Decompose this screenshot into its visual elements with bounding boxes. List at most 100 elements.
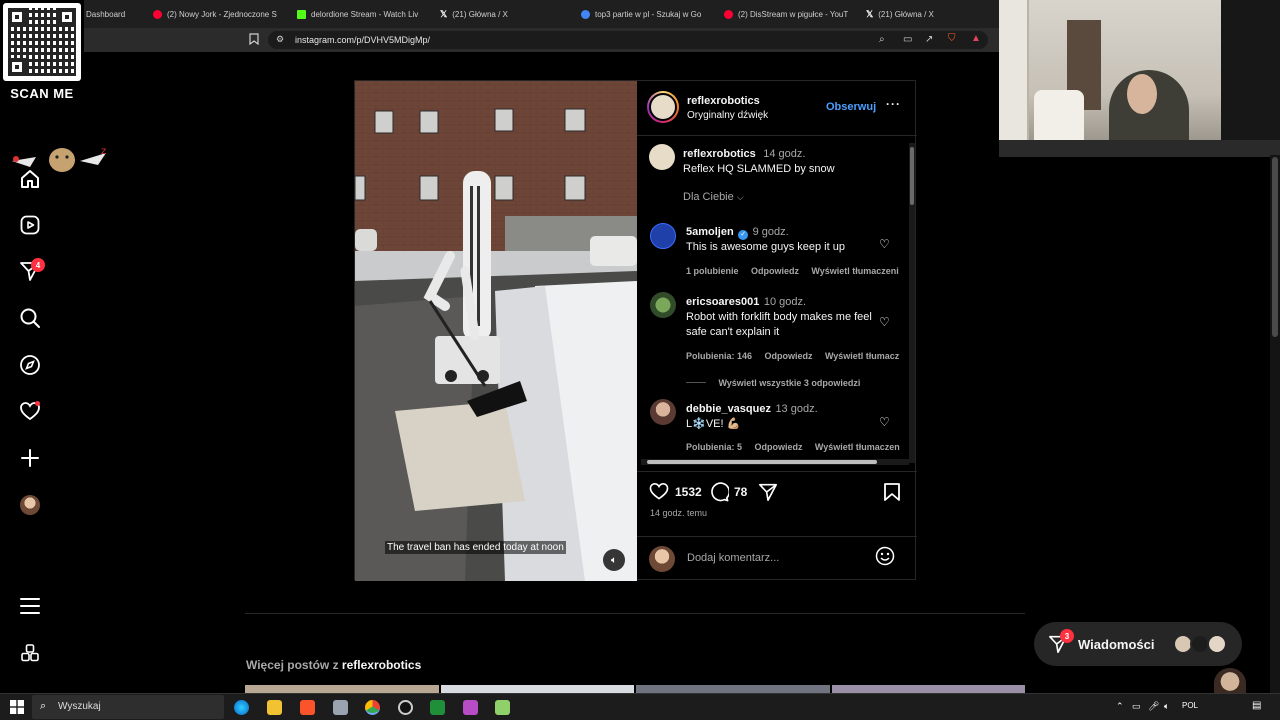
comment-username[interactable]: ericsoares001 (686, 296, 759, 308)
app-icon[interactable] (463, 700, 478, 715)
search-icon: ⌕ (40, 700, 47, 712)
volume-icon[interactable]: 🔈︎ (1164, 701, 1169, 712)
obs-icon[interactable] (398, 700, 413, 715)
translate-button[interactable]: Wyświetl tłumacz (825, 351, 899, 361)
direct-messages-icon[interactable]: 4 (18, 258, 45, 283)
mute-toggle[interactable]: 🔈︎ (603, 549, 625, 571)
comment-avatar[interactable] (650, 399, 676, 425)
chrome-icon[interactable] (365, 700, 380, 715)
microphone-icon[interactable]: 🎤︎ (1148, 701, 1159, 712)
author-avatar[interactable] (647, 91, 679, 123)
post-header: reflexrobotics Oryginalny dźwięk Obserwu… (637, 81, 917, 136)
save-bookmark-icon[interactable] (883, 482, 901, 507)
notification-center-icon[interactable]: ▤ (1252, 700, 1261, 711)
bookmark-icon[interactable] (249, 33, 259, 48)
post-thumbnail[interactable] (245, 685, 439, 693)
menu-icon[interactable] (18, 594, 42, 618)
brave-icon[interactable] (300, 700, 315, 715)
reply-button[interactable]: Odpowiedz (754, 442, 802, 452)
tab-youtube-2[interactable]: (2) DisStream w pigułce - YouT (724, 6, 849, 22)
tab-youtube-1[interactable]: (2) Nowy Jork - Zjednoczone S (153, 6, 278, 22)
edge-icon[interactable] (234, 700, 249, 715)
comment-avatar[interactable] (650, 223, 676, 249)
comment-likes[interactable]: 1 polubienie (686, 266, 739, 276)
comments-vertical-scrollbar[interactable] (909, 143, 915, 463)
reels-icon[interactable] (18, 213, 42, 237)
tab-dashboard[interactable]: Dashboard (86, 6, 146, 22)
messages-button[interactable]: 3 Wiadomości (1034, 622, 1242, 666)
post-thumbnail[interactable] (831, 685, 1025, 693)
comment-text: L❄️VE! 💪🏼 (686, 418, 741, 430)
emoji-icon[interactable] (875, 546, 895, 571)
network-icon[interactable]: ▭ (1132, 701, 1141, 712)
like-comment-icon[interactable]: ♡ (879, 237, 890, 251)
install-app-icon[interactable]: ▭ (903, 34, 912, 45)
tab-x-1[interactable]: 𝕏 (21) Główna / X (440, 6, 565, 22)
reply-button[interactable]: Odpowiedz (764, 351, 812, 361)
comments-horizontal-scrollbar[interactable] (641, 459, 909, 465)
share-icon[interactable]: ↗ (925, 34, 933, 45)
audio-label[interactable]: Oryginalny dźwięk (687, 110, 768, 121)
follow-button[interactable]: Obserwuj (826, 101, 876, 113)
url-text: instagram.com/p/DVHV5MDigMp/ (295, 35, 431, 45)
home-icon[interactable] (18, 167, 42, 191)
comment-filter-dropdown[interactable]: Dla Ciebie ⌵ (683, 191, 744, 203)
tray-chevron-icon[interactable]: ⌃ (1116, 701, 1124, 712)
site-settings-icon[interactable]: ⚙ (276, 34, 284, 45)
comment-time: 10 godz. (763, 296, 807, 308)
tab-x-2[interactable]: 𝕏 (21) Główna / X (866, 6, 991, 22)
comment-text: Robot with forklift body makes me feel s… (686, 311, 872, 338)
comment-avatar[interactable] (650, 292, 676, 318)
brave-rewards-icon[interactable]: ▲ (971, 33, 981, 44)
post-video[interactable]: The travel ban has ended today at noon 🔈… (355, 81, 637, 581)
brave-shield-icon[interactable]: ⛉ (948, 33, 956, 44)
translate-button[interactable]: Wyświetl tłumaczeni (811, 266, 898, 276)
comments-section[interactable]: reflexrobotics 14 godz. Reflex HQ SLAMME… (637, 137, 913, 459)
share-send-icon[interactable] (758, 482, 778, 507)
comment-likes[interactable]: Polubienia: 5 (686, 442, 742, 452)
caption-username[interactable]: reflexrobotics (683, 148, 756, 160)
media-player-icon[interactable] (430, 700, 445, 715)
page-scrollbar[interactable] (1270, 155, 1280, 693)
comment-item: 5amoljen ✓ 9 godz. This is awesome guys … (686, 222, 876, 255)
x-logo-icon: 𝕏 (866, 8, 874, 19)
tab-google[interactable]: top3 partie w pl - Szukaj w Go (581, 6, 706, 22)
messages-label: Wiadomości (1078, 637, 1155, 652)
notifications-heart-icon[interactable] (18, 399, 42, 423)
windows-start-icon[interactable] (10, 700, 24, 719)
taskbar-search-box[interactable]: ⌕ Wyszukaj (32, 695, 224, 719)
zoom-icon[interactable]: ⌕ (879, 34, 885, 45)
like-heart-icon[interactable] (649, 482, 669, 505)
explore-icon[interactable] (18, 353, 42, 377)
app-icon[interactable] (495, 700, 510, 715)
also-from-meta-icon[interactable] (18, 641, 42, 665)
more-options-icon[interactable]: ··· (886, 97, 901, 111)
search-icon[interactable] (18, 306, 42, 330)
reply-button[interactable]: Odpowiedz (751, 266, 799, 276)
view-replies-button[interactable]: Wyświetl wszystkie 3 odpowiedzi (686, 373, 860, 391)
file-explorer-icon[interactable] (267, 700, 282, 715)
post-thumbnail[interactable] (636, 685, 830, 693)
section-divider (245, 613, 1025, 614)
comment-username[interactable]: debbie_vasquez (686, 403, 771, 415)
comment-actions: Polubienia: 146 Odpowiedz Wyświetl tłuma… (686, 346, 899, 364)
more-posts-username[interactable]: reflexrobotics (342, 658, 421, 672)
like-comment-icon[interactable]: ♡ (879, 415, 890, 429)
language-indicator[interactable]: POL (1182, 701, 1198, 710)
tab-kick[interactable]: delordione Stream - Watch Liv (297, 6, 422, 22)
comment-bubble-icon[interactable] (709, 482, 731, 507)
add-comment-input[interactable]: Dodaj komentarz... (687, 552, 779, 564)
profile-avatar[interactable] (18, 493, 42, 517)
like-comment-icon[interactable]: ♡ (879, 315, 890, 329)
notification-badge: 4 (31, 258, 45, 272)
caption-avatar[interactable] (649, 144, 675, 170)
translate-button[interactable]: Wyświetl tłumaczen (815, 442, 900, 452)
author-username[interactable]: reflexrobotics (687, 95, 760, 107)
post-thumbnail[interactable] (440, 685, 634, 693)
comment-username[interactable]: 5amoljen (686, 226, 734, 238)
comment-likes[interactable]: Polubienia: 146 (686, 351, 752, 361)
like-count[interactable]: 1532 (675, 485, 702, 499)
app-icon[interactable] (333, 700, 348, 715)
create-plus-icon[interactable] (18, 446, 42, 470)
comment-count[interactable]: 78 (734, 485, 747, 499)
